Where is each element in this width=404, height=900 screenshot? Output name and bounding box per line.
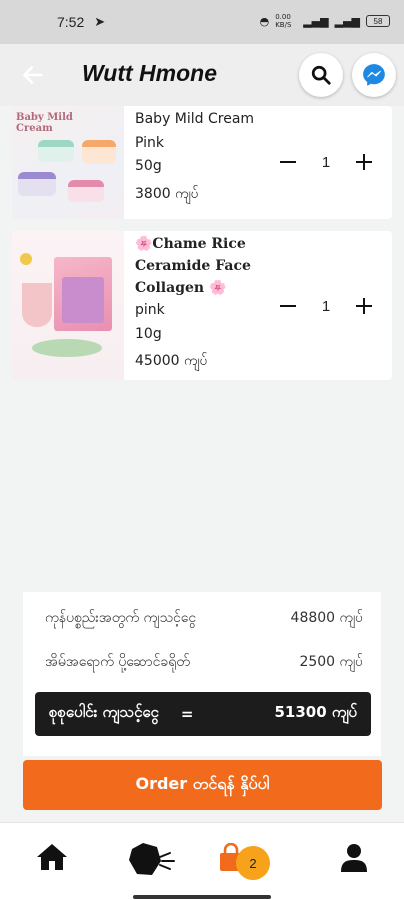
delivery-value: 2500 ကျပ် [299, 654, 363, 670]
jar-pink [68, 180, 104, 202]
item-color: pink [135, 302, 165, 318]
leaf-decoration [32, 339, 102, 357]
app-bar: Wutt Hmone [0, 44, 404, 106]
search-button[interactable] [299, 53, 343, 97]
status-time: 7:52 [57, 14, 85, 30]
item-size: 10g [135, 325, 162, 342]
total-bar: စုစုပေါင်း ကျသင့်ငွေ = 51300 ကျပ် [35, 692, 371, 736]
quantity-value: 1 [321, 297, 331, 315]
plus-icon [356, 154, 372, 170]
total-value: 51300 ကျပ် [274, 703, 357, 721]
cart-item: 🌸Chame Rice Ceramide Face Collagen 🌸 pin… [12, 231, 392, 380]
bottom-navigation: 2 [0, 822, 404, 900]
order-summary: ကုန်ပစ္စည်းအတွက် ကျသင့်ငွေ 48800 ကျပ် အိ… [23, 592, 381, 756]
quantity-value: 1 [321, 153, 331, 171]
delivery-label: အိမ်အရောက် ပို့ဆောင်ခရိုတ် [45, 654, 190, 670]
subtotal-label: ကုန်ပစ္စည်းအတွက် ကျသင့်ငွေ [45, 610, 197, 626]
glass-shape [22, 283, 52, 327]
item-price: 45000 ကျပ် [135, 353, 208, 369]
status-icons: ◓ 0.00 KB/S ▂▄▆ ▂▄▆ 58 [260, 13, 390, 29]
cart-item: Baby Mild Cream Baby Mild Cream Pink 50g… [12, 106, 392, 219]
cart-badge: 2 [236, 846, 270, 880]
minus-icon [280, 161, 296, 163]
item-size: 50g [135, 158, 162, 174]
flower-icon [20, 253, 32, 265]
item-name-line-2: Ceramide Face [135, 258, 251, 274]
increase-button[interactable] [354, 296, 374, 316]
nav-profile[interactable] [340, 843, 368, 877]
battery-icon: 58 [366, 15, 390, 27]
search-icon [311, 65, 331, 85]
telegram-icon: ➤ [94, 14, 106, 30]
item-name: Baby Mild Cream [135, 111, 255, 127]
decrease-button[interactable] [278, 152, 298, 172]
product-image[interactable] [12, 231, 124, 380]
jar-purple [18, 172, 56, 196]
image-label: Baby Mild Cream [16, 112, 73, 134]
quantity-stepper: 1 [278, 296, 374, 316]
messenger-button[interactable] [352, 53, 396, 97]
incognito-icon: ◓ [259, 14, 270, 28]
total-label: စုစုပေါင်း ကျသင့်ငွေ [49, 703, 159, 721]
delivery-row: အိမ်အရောက် ပို့ဆောင်ခရိုတ် 2500 ကျပ် [45, 652, 363, 673]
quantity-stepper: 1 [278, 152, 374, 172]
jar-green [38, 140, 74, 162]
subtotal-value: 48800 ကျပ် [290, 610, 363, 626]
subtotal-row: ကုန်ပစ္စည်းအတွက် ကျသင့်ငွေ 48800 ကျပ် [45, 608, 363, 629]
item-info: Baby Mild Cream Pink 50g 3800 ကျပ် [135, 108, 254, 206]
page-title: Wutt Hmone [82, 60, 218, 86]
signal-icon: ▂▄▆ [303, 14, 329, 28]
home-icon [37, 844, 67, 870]
messenger-icon [363, 64, 385, 86]
net-speed: 0.00 KB/S [275, 13, 292, 29]
item-name-line-3: Collagen 🌸 [135, 280, 227, 296]
order-button[interactable]: Order တင်ရန် နှိပ်ပါ [23, 760, 382, 810]
item-name-line-1: 🌸Chame Rice [135, 236, 246, 252]
increase-button[interactable] [354, 152, 374, 172]
nav-categories[interactable] [126, 841, 178, 883]
product-image[interactable]: Baby Mild Cream [12, 106, 124, 219]
total-equals: = [180, 705, 194, 723]
status-bar: 7:52 ➤ ◓ 0.00 KB/S ▂▄▆ ▂▄▆ 58 [0, 0, 404, 44]
signal-icon-2: ▂▄▆ [334, 14, 360, 28]
decrease-button[interactable] [278, 296, 298, 316]
jar-orange [82, 140, 116, 164]
item-info: 🌸Chame Rice Ceramide Face Collagen 🌸 pin… [135, 233, 251, 374]
plus-icon [356, 298, 372, 314]
item-price: 3800 ကျပ် [135, 185, 199, 202]
home-indicator [133, 895, 271, 899]
hexagon-icon [129, 843, 175, 875]
item-color: Pink [135, 134, 165, 151]
nav-home[interactable] [36, 843, 68, 875]
user-icon [341, 844, 367, 872]
product-box [54, 257, 112, 331]
minus-icon [280, 305, 296, 307]
back-arrow-icon[interactable] [20, 62, 46, 88]
